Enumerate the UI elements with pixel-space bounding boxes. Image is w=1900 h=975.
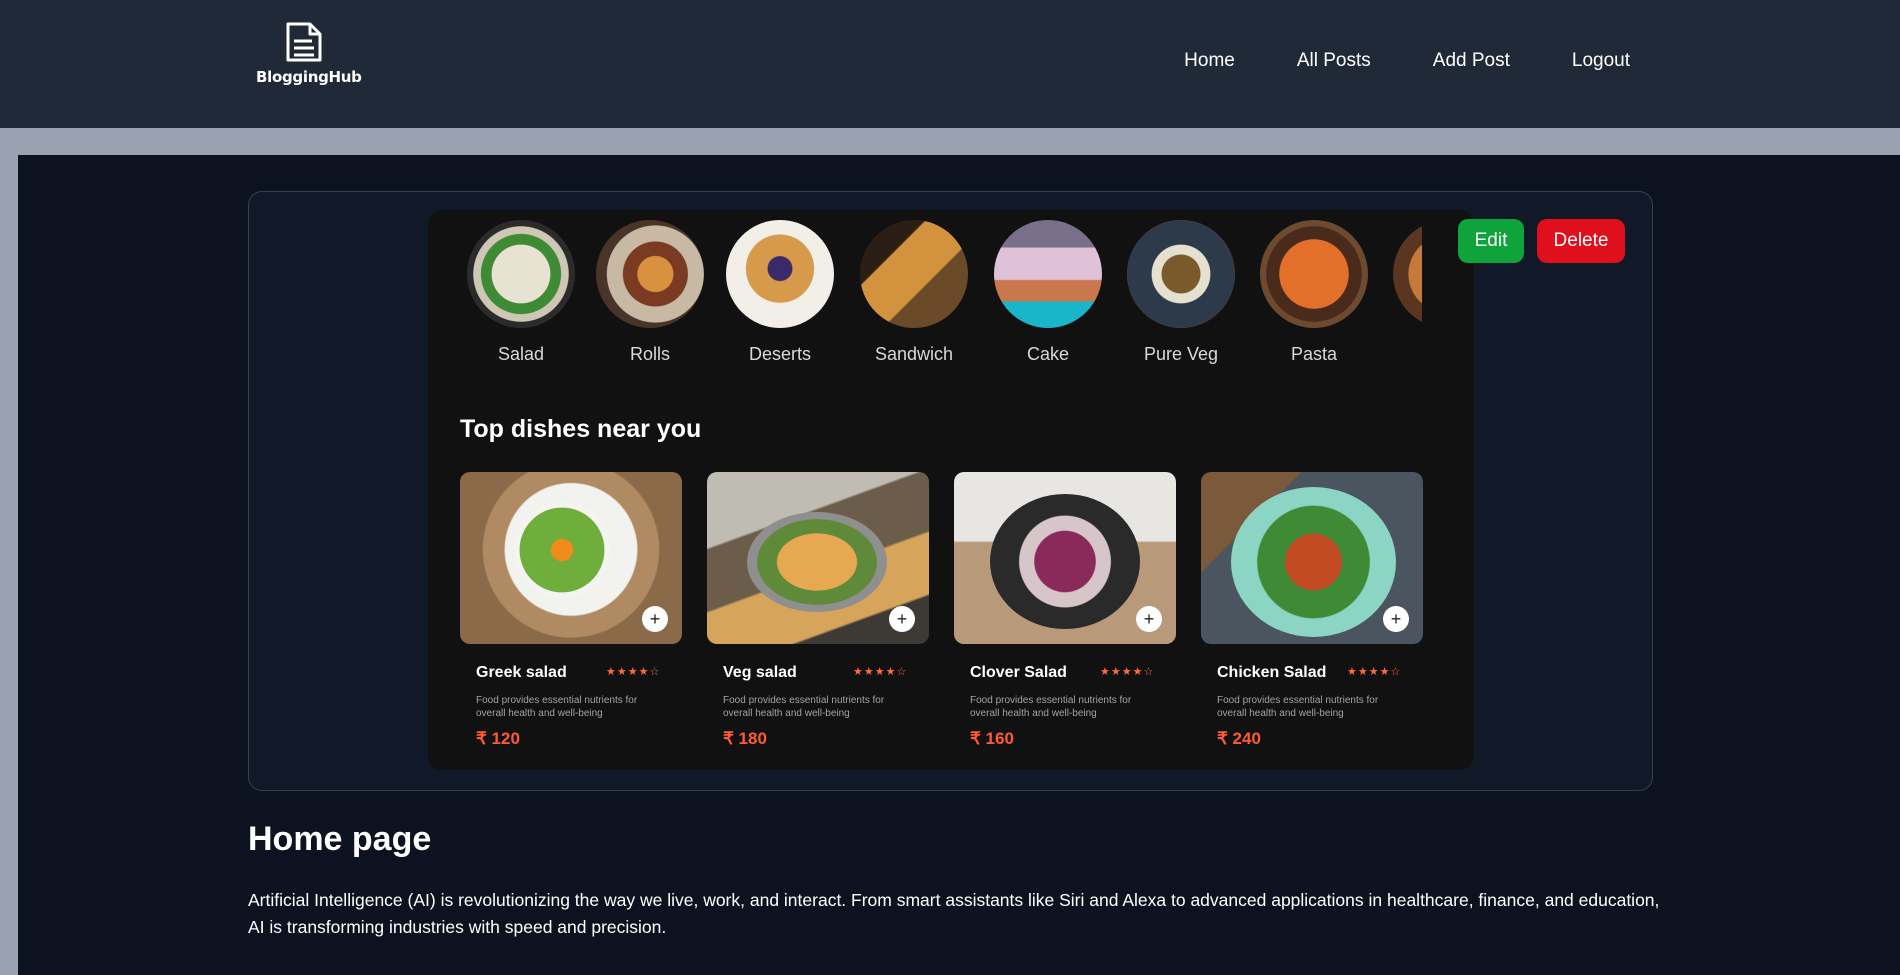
category-image (1260, 220, 1368, 328)
site-header: BloggingHub Home All Posts Add Post Logo… (0, 0, 1900, 128)
dish-photo: + (1201, 472, 1423, 644)
add-to-cart-button[interactable]: + (1136, 606, 1162, 632)
dish-photo: + (460, 472, 682, 644)
category-label: Pasta (1290, 344, 1338, 364)
add-to-cart-button[interactable]: + (889, 606, 915, 632)
main-nav: Home All Posts Add Post Logout (1122, 50, 1630, 72)
dish-price: ₹ 240 (1217, 729, 1261, 748)
post-title: Home page (248, 820, 432, 858)
category-image (860, 220, 968, 328)
dish-description: Food provides essential nutrients for ov… (476, 695, 638, 719)
category-label: Rolls (629, 344, 670, 364)
site-logo[interactable]: BloggingHub (256, 22, 362, 86)
category-cake: Cake (993, 220, 1103, 365)
dish-card: + Clover Salad ★★★★☆ Food provides essen… (954, 472, 1176, 748)
category-salad: Salad (466, 220, 576, 365)
dish-description: Food provides essential nutrients for ov… (970, 695, 1132, 719)
add-to-cart-button[interactable]: + (642, 606, 668, 632)
nav-logout[interactable]: Logout (1572, 50, 1630, 72)
add-to-cart-button[interactable]: + (1383, 606, 1409, 632)
dish-price: ₹ 160 (970, 729, 1014, 748)
rating-stars: ★★★★☆ (1347, 666, 1402, 678)
dish-photo: + (707, 472, 929, 644)
category-label: Sandwich (874, 344, 954, 364)
post-featured-image: Salad Rolls Deserts Sandwich Cake Pure V… (428, 210, 1474, 770)
dish-photo: + (954, 472, 1176, 644)
dish-description: Food provides essential nutrients for ov… (1217, 695, 1379, 719)
dish-name: Veg salad (723, 664, 797, 681)
logo-text: BloggingHub (256, 68, 362, 86)
category-label: Cake (1026, 344, 1070, 364)
category-image (1393, 220, 1422, 328)
section-title: Top dishes near you (460, 415, 702, 443)
category-sandwich: Sandwich (859, 220, 969, 365)
category-pure-veg: Pure Veg (1126, 220, 1236, 365)
category-partial (1392, 220, 1422, 328)
category-label: Deserts (748, 344, 811, 364)
document-icon (286, 22, 322, 62)
category-strip: Salad Rolls Deserts Sandwich Cake Pure V… (428, 220, 1422, 380)
category-pasta: Pasta (1259, 220, 1369, 365)
dish-price: ₹ 120 (476, 729, 520, 748)
category-rolls: Rolls (595, 220, 705, 365)
edit-post-button[interactable]: Edit (1458, 219, 1524, 263)
dish-name: Clover Salad (970, 664, 1067, 681)
category-deserts: Deserts (725, 220, 835, 365)
dish-card: + Greek salad ★★★★☆ Food provides essent… (460, 472, 682, 748)
nav-home[interactable]: Home (1184, 50, 1235, 72)
dish-card: + Chicken Salad ★★★★☆ Food provides esse… (1201, 472, 1423, 748)
category-image (726, 220, 834, 328)
rating-stars: ★★★★☆ (606, 666, 661, 678)
dish-card: + Veg salad ★★★★☆ Food provides essentia… (707, 472, 929, 748)
dish-description: Food provides essential nutrients for ov… (723, 695, 885, 719)
dish-name: Greek salad (476, 664, 567, 681)
category-label: Pure Veg (1143, 344, 1219, 364)
category-image (596, 220, 704, 328)
category-image (467, 220, 575, 328)
delete-post-button[interactable]: Delete (1537, 219, 1625, 263)
nav-all-posts[interactable]: All Posts (1297, 50, 1371, 72)
post-body: Artificial Intelligence (AI) is revoluti… (248, 890, 1660, 937)
category-image (1127, 220, 1235, 328)
rating-stars: ★★★★☆ (853, 666, 908, 678)
dish-price: ₹ 180 (723, 729, 767, 748)
category-image (994, 220, 1102, 328)
dish-name: Chicken Salad (1217, 664, 1327, 681)
nav-add-post[interactable]: Add Post (1433, 50, 1510, 72)
rating-stars: ★★★★☆ (1100, 666, 1155, 678)
category-label: Salad (497, 344, 545, 364)
